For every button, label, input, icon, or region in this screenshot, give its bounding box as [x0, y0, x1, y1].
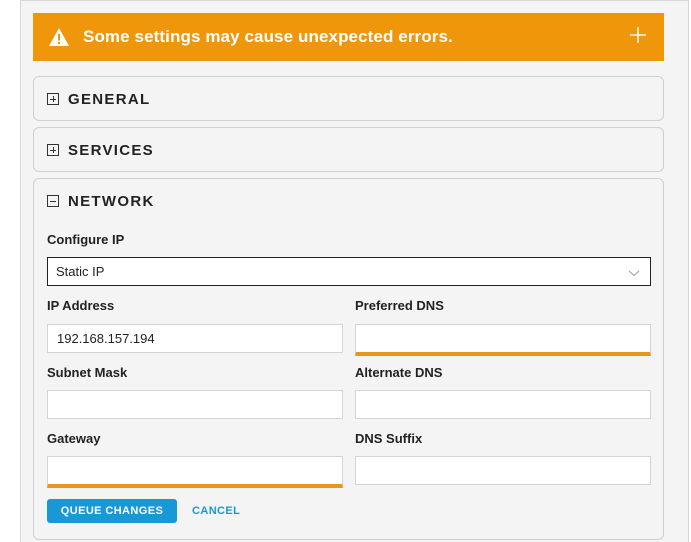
dns-suffix-label: DNS Suffix	[355, 431, 423, 446]
ip-address-value: 192.168.157.194	[57, 331, 155, 346]
collapse-icon	[47, 195, 59, 207]
configure-ip-select[interactable]: Static IP	[47, 257, 651, 286]
alternate-dns-input[interactable]	[355, 390, 651, 419]
warning-text: Some settings may cause unexpected error…	[83, 27, 453, 46]
gateway-label: Gateway	[47, 431, 101, 446]
warning-triangle-icon	[47, 26, 71, 48]
chevron-down-icon	[628, 266, 640, 277]
configure-ip-value: Static IP	[56, 264, 105, 279]
ip-address-label: IP Address	[47, 298, 115, 313]
expand-icon	[47, 93, 59, 105]
section-general-header[interactable]: GENERAL	[34, 77, 663, 121]
ip-address-input[interactable]: 192.168.157.194	[47, 324, 343, 353]
preferred-dns-input[interactable]	[355, 324, 651, 356]
plus-icon[interactable]	[626, 23, 650, 47]
cancel-button[interactable]: CANCEL	[192, 499, 240, 523]
expand-icon	[47, 144, 59, 156]
warning-banner: Some settings may cause unexpected error…	[33, 13, 664, 61]
subnet-mask-label: Subnet Mask	[47, 365, 128, 380]
section-general-title: GENERAL	[68, 90, 151, 108]
section-services-header[interactable]: SERVICES	[34, 128, 663, 172]
section-network-title: NETWORK	[68, 192, 155, 210]
section-services: SERVICES	[33, 127, 664, 172]
preferred-dns-label: Preferred DNS	[355, 298, 444, 313]
dns-suffix-input[interactable]	[355, 456, 651, 485]
section-general: GENERAL	[33, 76, 664, 121]
configure-ip-label: Configure IP	[47, 232, 125, 247]
subnet-mask-input[interactable]	[47, 390, 343, 419]
section-network-header[interactable]: NETWORK	[34, 179, 663, 223]
section-services-title: SERVICES	[68, 141, 154, 159]
queue-changes-button[interactable]: QUEUE CHANGES	[47, 499, 177, 523]
alternate-dns-label: Alternate DNS	[355, 365, 443, 380]
section-network: NETWORK Configure IP Static IP IP Addres…	[33, 178, 664, 540]
gateway-input[interactable]	[47, 456, 343, 488]
